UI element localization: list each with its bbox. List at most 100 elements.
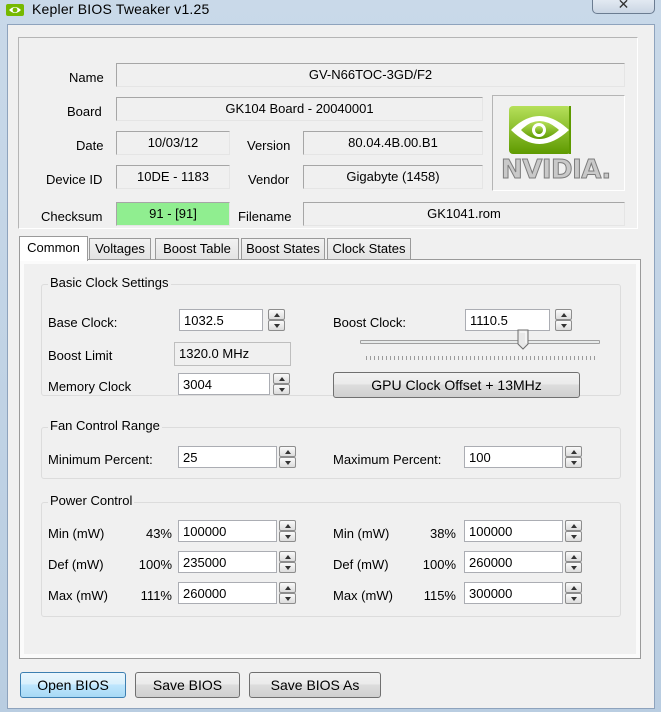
power-right-def-label: Def (mW) xyxy=(333,557,389,572)
board-field[interactable]: GK104 Board - 20040001 xyxy=(116,97,483,121)
fan-max-value: 100 xyxy=(469,450,491,465)
power-left-def-value: 235000 xyxy=(183,555,227,570)
close-button[interactable]: ✕ xyxy=(592,0,655,14)
device-id-label: Device ID xyxy=(46,172,103,187)
boost-limit-label: Boost Limit xyxy=(48,348,113,363)
boost-clock-input[interactable]: 1110.5 xyxy=(465,309,572,331)
power-right-min-up-icon[interactable] xyxy=(565,520,582,531)
power-left-max-up-icon[interactable] xyxy=(279,582,296,593)
common-tab-content: Basic Clock Settings Base Clock: 1032.5 … xyxy=(24,264,636,654)
power-left-max-input[interactable]: 260000 xyxy=(178,582,296,604)
memory-clock-label: Memory Clock xyxy=(48,379,132,394)
boost-clock-slider-thumb[interactable] xyxy=(517,329,529,350)
boost-clock-label: Boost Clock: xyxy=(333,315,406,330)
fan-max-input[interactable]: 100 xyxy=(464,446,582,468)
power-left-max-down-icon[interactable] xyxy=(279,593,296,604)
fan-min-value: 25 xyxy=(183,450,198,465)
date-field[interactable]: 10/03/12 xyxy=(116,131,230,155)
base-clock-value: 1032.5 xyxy=(184,313,224,328)
fan-min-input[interactable]: 25 xyxy=(178,446,296,468)
memory-clock-down-icon[interactable] xyxy=(273,384,290,395)
power-left-min-pct: 43% xyxy=(145,526,172,541)
power-left-def-label: Def (mW) xyxy=(48,557,104,572)
power-left-max-value: 260000 xyxy=(183,586,227,601)
tab-boost-states[interactable]: Boost States xyxy=(241,238,325,260)
common-tab-page: Basic Clock Settings Base Clock: 1032.5 … xyxy=(19,259,641,659)
date-label: Date xyxy=(76,138,104,153)
version-field[interactable]: 80.04.4B.00.B1 xyxy=(303,131,483,155)
power-right-min-input[interactable]: 100000 xyxy=(464,520,582,542)
nvidia-logo-box: NVIDIA. xyxy=(492,95,625,191)
power-right-def-value: 260000 xyxy=(469,555,513,570)
tab-common[interactable]: Common xyxy=(19,236,88,261)
name-field[interactable]: GV-N66TOC-3GD/F2 xyxy=(116,63,625,87)
vendor-label: Vendor xyxy=(248,172,290,187)
boost-clock-slider-track[interactable] xyxy=(360,340,600,344)
power-right-def-pct: 100% xyxy=(422,557,456,572)
close-icon: ✕ xyxy=(617,0,630,12)
base-clock-up-icon[interactable] xyxy=(268,309,285,320)
title-bar: Kepler BIOS Tweaker v1.25 ✕ xyxy=(0,0,661,22)
checksum-field: 91 - [91] xyxy=(116,202,230,226)
power-left-min-value: 100000 xyxy=(183,524,227,539)
power-left-min-down-icon[interactable] xyxy=(279,531,296,542)
fan-min-up-icon[interactable] xyxy=(279,446,296,457)
power-left-def-input[interactable]: 235000 xyxy=(178,551,296,573)
version-label: Version xyxy=(247,138,291,153)
memory-clock-value: 3004 xyxy=(183,377,212,392)
boost-limit-field: 1320.0 MHz xyxy=(174,342,291,366)
power-right-max-up-icon[interactable] xyxy=(565,582,582,593)
gpu-clock-offset-button[interactable]: GPU Clock Offset + 13MHz xyxy=(333,372,580,398)
base-clock-input[interactable]: 1032.5 xyxy=(179,309,285,331)
window-title: Kepler BIOS Tweaker v1.25 xyxy=(32,1,210,17)
fan-min-down-icon[interactable] xyxy=(279,457,296,468)
base-clock-label: Base Clock: xyxy=(48,315,118,330)
fan-control-title: Fan Control Range xyxy=(48,418,162,433)
name-label: Name xyxy=(69,70,104,85)
power-right-max-down-icon[interactable] xyxy=(565,593,582,604)
memory-clock-input[interactable]: 3004 xyxy=(178,373,290,395)
tab-boost-table[interactable]: Boost Table xyxy=(155,238,239,260)
fan-min-label: Minimum Percent: xyxy=(48,452,153,467)
filename-label: Filename xyxy=(238,209,292,224)
power-right-max-label: Max (mW) xyxy=(333,588,393,603)
power-right-max-value: 300000 xyxy=(469,586,513,601)
tab-clock-states[interactable]: Clock States xyxy=(327,238,411,260)
fan-max-up-icon[interactable] xyxy=(565,446,582,457)
power-left-def-up-icon[interactable] xyxy=(279,551,296,562)
power-right-min-down-icon[interactable] xyxy=(565,531,582,542)
checksum-label: Checksum xyxy=(41,209,103,224)
power-right-min-label: Min (mW) xyxy=(333,526,390,541)
fan-max-down-icon[interactable] xyxy=(565,457,582,468)
open-bios-button[interactable]: Open BIOS xyxy=(20,672,126,698)
fan-max-label: Maximum Percent: xyxy=(333,452,442,467)
basic-clock-title: Basic Clock Settings xyxy=(48,275,171,290)
power-right-def-up-icon[interactable] xyxy=(565,551,582,562)
main-window: Name GV-N66TOC-3GD/F2 Board GK104 Board … xyxy=(7,24,655,709)
boost-clock-down-icon[interactable] xyxy=(555,320,572,331)
save-bios-as-button[interactable]: Save BIOS As xyxy=(249,672,381,698)
board-label: Board xyxy=(67,104,102,119)
tab-voltages[interactable]: Voltages xyxy=(89,238,151,260)
base-clock-down-icon[interactable] xyxy=(268,320,285,331)
save-bios-button[interactable]: Save BIOS xyxy=(135,672,240,698)
nvidia-app-icon xyxy=(6,4,24,16)
memory-clock-up-icon[interactable] xyxy=(273,373,290,384)
power-left-min-up-icon[interactable] xyxy=(279,520,296,531)
nvidia-logo-text: NVIDIA. xyxy=(501,155,612,186)
power-right-max-pct: 115% xyxy=(423,588,456,603)
power-right-def-down-icon[interactable] xyxy=(565,562,582,573)
boost-clock-up-icon[interactable] xyxy=(555,309,572,320)
boost-clock-value: 1110.5 xyxy=(470,313,508,328)
filename-field[interactable]: GK1041.rom xyxy=(303,202,625,226)
device-id-field[interactable]: 10DE - 1183 xyxy=(116,165,230,189)
power-left-def-pct: 100% xyxy=(138,557,172,572)
power-control-title: Power Control xyxy=(48,493,135,508)
power-left-min-input[interactable]: 100000 xyxy=(178,520,296,542)
power-right-def-input[interactable]: 260000 xyxy=(464,551,582,573)
vendor-field[interactable]: Gigabyte (1458) xyxy=(303,165,483,189)
power-right-max-input[interactable]: 300000 xyxy=(464,582,582,604)
slider-ticks xyxy=(366,356,598,360)
power-left-min-label: Min (mW) xyxy=(48,526,105,541)
power-left-def-down-icon[interactable] xyxy=(279,562,296,573)
